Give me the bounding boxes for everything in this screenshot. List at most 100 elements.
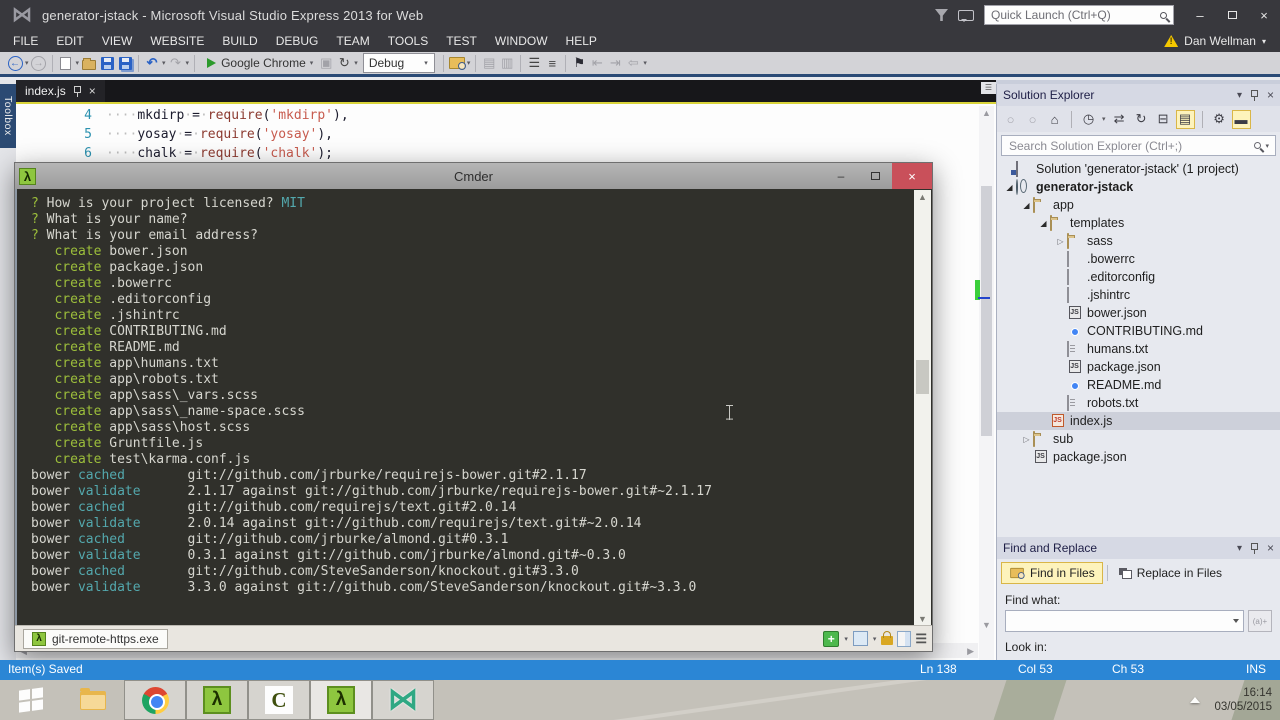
se-refresh-icon[interactable]: ↻ — [1132, 110, 1151, 129]
close-tab-icon[interactable]: × — [89, 85, 96, 97]
panel-pin-icon[interactable] — [1250, 89, 1259, 101]
menu-build[interactable]: BUILD — [213, 31, 266, 51]
prev-bookmark-button[interactable]: ⇤ — [588, 54, 606, 72]
decrease-indent-button[interactable]: ▤ — [480, 54, 498, 72]
scroll-toggle-icon[interactable] — [897, 630, 912, 647]
tree-item-humans.txt[interactable]: humans.txt — [997, 340, 1280, 358]
menu-edit[interactable]: EDIT — [47, 31, 92, 51]
lock-icon[interactable] — [881, 631, 894, 645]
clear-bookmarks-button[interactable]: ⇦ — [624, 54, 642, 72]
start-debug-icon[interactable] — [207, 58, 217, 68]
taskbar-button-cmder[interactable]: λ — [186, 680, 248, 720]
se-home-icon[interactable]: ⌂ — [1045, 110, 1064, 129]
find-in-files-button[interactable] — [448, 54, 466, 72]
se-properties-icon[interactable]: ⚙ — [1210, 110, 1229, 129]
scroll-right-icon[interactable]: ▶ — [967, 646, 974, 657]
refresh-dropdown-icon[interactable]: ▾ — [354, 59, 358, 67]
solution-search-input[interactable] — [1007, 137, 1255, 154]
code-line[interactable]: 5 ····yosay·=·require('yosay'), — [16, 125, 956, 144]
toolbar-overflow2-icon[interactable]: ▾ — [643, 59, 647, 67]
menu-help[interactable]: HELP — [557, 31, 606, 51]
collapsed-arrow-icon[interactable]: ▷ — [1020, 435, 1033, 444]
code-line[interactable]: 6 ····chalk·=·require('chalk'); — [16, 144, 956, 163]
menu-website[interactable]: WEBSITE — [141, 31, 213, 51]
tree-item-robots.txt[interactable]: robots.txt — [997, 394, 1280, 412]
menu-team[interactable]: TEAM — [327, 31, 378, 51]
cmder-minimize-button[interactable]: – — [824, 163, 858, 189]
tree-item-sass[interactable]: ▷ sass — [997, 232, 1280, 250]
save-button[interactable] — [98, 54, 116, 72]
show-hidden-icons-button[interactable] — [1190, 697, 1201, 703]
uncomment-button[interactable]: ≡ — [543, 54, 561, 72]
panel-menu-icon[interactable]: ▾ — [1237, 543, 1242, 554]
undo-dropdown-icon[interactable]: ▾ — [162, 59, 166, 67]
taskbar-button-camtasia[interactable]: C — [248, 680, 310, 720]
se-show-all-files-icon[interactable]: ▤ — [1175, 109, 1195, 129]
tree-item-templates[interactable]: ◢ templates — [997, 214, 1280, 232]
restore-button[interactable] — [1216, 0, 1248, 30]
tree-item-generator-jstack[interactable]: ◢ generator-jstack — [997, 178, 1280, 196]
code-area[interactable]: 4 ····mkdirp·=·require('mkdirp'), 5 ····yos… — [16, 106, 956, 163]
tree-item-solution-generator-jstack-1-project-[interactable]: Solution 'generator-jstack' (1 project) — [997, 160, 1280, 178]
solution-explorer-titlebar[interactable]: Solution Explorer ▾ × — [997, 84, 1280, 106]
minimize-button[interactable]: – — [1184, 0, 1216, 30]
panel-close-icon[interactable]: × — [1267, 541, 1274, 555]
find-replace-titlebar[interactable]: Find and Replace ▾ × — [997, 537, 1280, 559]
comment-button[interactable]: ☰ — [525, 54, 543, 72]
expanded-arrow-icon[interactable]: ◢ — [1020, 201, 1033, 210]
se-pending-dropdown-icon[interactable]: ▾ — [1102, 115, 1106, 123]
solution-config-select[interactable]: Debug ▾ — [362, 53, 435, 73]
navigate-back-button[interactable]: ← — [6, 54, 24, 72]
scroll-up-icon[interactable]: ▲ — [979, 108, 994, 118]
tree-item-bower.json[interactable]: JS bower.json — [997, 304, 1280, 322]
tree-item-readme.md[interactable]: README.md — [997, 376, 1280, 394]
se-sync-icon[interactable]: ⇄ — [1110, 110, 1129, 129]
terminal-scroll-thumb[interactable] — [916, 360, 929, 394]
tab-find-in-files[interactable]: Find in Files — [1001, 562, 1103, 584]
se-forward-icon[interactable]: ○ — [1023, 110, 1042, 129]
refresh-button[interactable]: ↻ — [335, 54, 353, 72]
taskbar-button-vs[interactable]: ⋈ — [372, 680, 434, 720]
scrollbar-thumb[interactable] — [981, 186, 992, 436]
taskbar-button-chrome[interactable] — [124, 680, 186, 720]
notifications-filter-icon[interactable] — [935, 9, 948, 21]
panel-menu-icon[interactable]: ▾ — [1237, 90, 1242, 101]
redo-button[interactable]: ↷ — [167, 54, 185, 72]
tree-item-package.json[interactable]: JS package.json — [997, 358, 1280, 376]
panel-pin-icon[interactable] — [1250, 542, 1259, 554]
regex-option-button[interactable]: (a)+ — [1248, 610, 1272, 632]
tree-item-.jshintrc[interactable]: .jshintrc — [997, 286, 1280, 304]
taskbar-button-start[interactable] — [0, 680, 62, 720]
terminal-scrollbar[interactable]: ▲ ▼ — [914, 190, 931, 626]
scroll-down-icon[interactable]: ▼ — [979, 620, 994, 630]
save-all-button[interactable] — [116, 54, 134, 72]
tree-item-app[interactable]: ◢ app — [997, 196, 1280, 214]
editor-splitter-grip[interactable]: ☰ — [981, 82, 996, 94]
feedback-icon[interactable] — [958, 9, 974, 22]
undo-button[interactable]: ↶ — [143, 54, 161, 72]
panel-close-icon[interactable]: × — [1267, 88, 1274, 102]
increase-indent-button[interactable]: ▥ — [498, 54, 516, 72]
toolbox-tab[interactable]: Toolbox — [0, 84, 16, 148]
tree-item-contributing.md[interactable]: CONTRIBUTING.md — [997, 322, 1280, 340]
expanded-arrow-icon[interactable]: ◢ — [1037, 219, 1050, 228]
layout-dropdown-icon[interactable]: ▾ — [873, 635, 877, 643]
back-dropdown-icon[interactable]: ▾ — [25, 59, 29, 67]
user-name[interactable]: Dan Wellman — [1184, 34, 1256, 48]
next-bookmark-button[interactable]: ⇥ — [606, 54, 624, 72]
pin-tab-icon[interactable] — [73, 85, 82, 97]
console-layout-icon[interactable] — [852, 631, 868, 646]
cmder-titlebar[interactable]: λ Cmder – × — [15, 163, 932, 189]
tab-replace-in-files[interactable]: Replace in Files — [1112, 562, 1229, 584]
open-file-button[interactable] — [80, 54, 98, 72]
new-console-dropdown-icon[interactable]: ▾ — [844, 635, 848, 643]
code-line[interactable]: 4 ····mkdirp·=·require('mkdirp'), — [16, 106, 956, 125]
quick-launch-input[interactable]: Quick Launch (Ctrl+Q) — [984, 5, 1174, 25]
expanded-arrow-icon[interactable]: ◢ — [1003, 183, 1016, 192]
cmder-menu-icon[interactable]: ☰ — [915, 631, 927, 647]
se-preview-icon[interactable]: ▬ — [1231, 109, 1251, 129]
cmder-maximize-button[interactable] — [858, 163, 892, 189]
chevron-down-icon[interactable]: ▾ — [1262, 37, 1266, 46]
editor-vertical-scrollbar[interactable] — [979, 106, 994, 692]
close-button[interactable]: × — [1248, 0, 1280, 30]
